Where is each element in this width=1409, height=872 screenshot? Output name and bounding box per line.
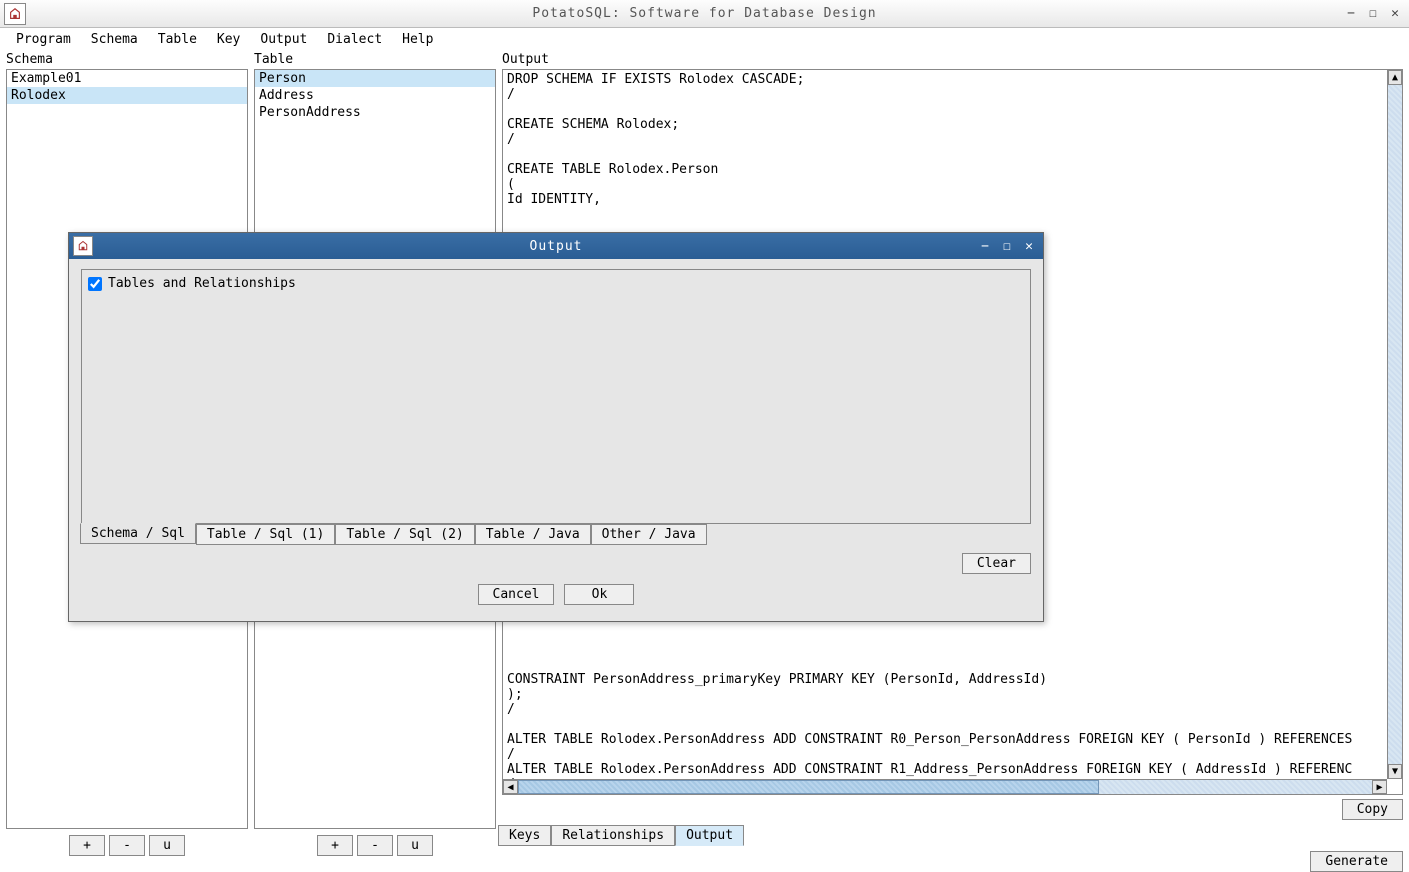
menu-table[interactable]: Table	[148, 30, 207, 49]
dialog-tab-table-sql-1[interactable]: Table / Sql (1)	[196, 524, 335, 545]
bottom-tabs: Keys Relationships Output	[498, 824, 1403, 845]
schema-item[interactable]: Example01	[7, 70, 247, 87]
output-label: Output	[502, 52, 1403, 69]
menu-key[interactable]: Key	[207, 30, 250, 49]
minimize-icon[interactable]: −	[1343, 6, 1359, 22]
table-add-button[interactable]: +	[317, 835, 353, 856]
tab-relationships[interactable]: Relationships	[551, 825, 675, 846]
dialog-tab-other-java[interactable]: Other / Java	[591, 524, 707, 545]
dialog-body: Tables and Relationships Schema / Sql Ta…	[69, 259, 1043, 621]
window-title: PotatoSQL: Software for Database Design	[0, 6, 1409, 21]
menu-help[interactable]: Help	[392, 30, 443, 49]
schema-remove-button[interactable]: -	[109, 835, 145, 856]
tab-keys[interactable]: Keys	[498, 825, 551, 846]
dialog-maximize-icon[interactable]: ☐	[999, 238, 1015, 254]
output-vertical-scrollbar[interactable]: ▲ ▼	[1387, 70, 1402, 779]
menu-schema[interactable]: Schema	[81, 30, 148, 49]
dialog-tabs: Schema / Sql Table / Sql (1) Table / Sql…	[80, 524, 1031, 545]
scroll-down-icon[interactable]: ▼	[1388, 764, 1402, 779]
table-remove-button[interactable]: -	[357, 835, 393, 856]
table-item[interactable]: PersonAddress	[255, 104, 495, 121]
scroll-right-icon[interactable]: ▶	[1372, 780, 1387, 794]
tables-relationships-checkbox-row[interactable]: Tables and Relationships	[88, 276, 1024, 291]
maximize-icon[interactable]: ☐	[1365, 6, 1381, 22]
scroll-thumb[interactable]	[518, 780, 1099, 794]
clear-button[interactable]: Clear	[962, 553, 1031, 574]
copy-button[interactable]: Copy	[1342, 799, 1403, 820]
menu-dialect[interactable]: Dialect	[317, 30, 392, 49]
cancel-button[interactable]: Cancel	[478, 584, 555, 605]
schema-add-button[interactable]: +	[69, 835, 105, 856]
menu-output[interactable]: Output	[250, 30, 317, 49]
scroll-left-icon[interactable]: ◀	[503, 780, 518, 794]
table-update-button[interactable]: u	[397, 835, 433, 856]
table-label: Table	[254, 52, 496, 69]
dialog-title: Output	[69, 239, 1043, 254]
tab-output[interactable]: Output	[675, 825, 744, 846]
schema-item[interactable]: Rolodex	[7, 87, 247, 104]
dialog-content: Tables and Relationships	[81, 269, 1031, 524]
dialog-tab-schema-sql[interactable]: Schema / Sql	[80, 523, 196, 544]
schema-update-button[interactable]: u	[149, 835, 185, 856]
table-item[interactable]: Address	[255, 87, 495, 104]
menu-program[interactable]: Program	[6, 30, 81, 49]
schema-label: Schema	[6, 52, 248, 69]
close-icon[interactable]: ✕	[1387, 6, 1403, 22]
tables-relationships-label: Tables and Relationships	[108, 276, 296, 291]
app-icon	[4, 3, 26, 25]
menubar: Program Schema Table Key Output Dialect …	[0, 28, 1409, 52]
main-titlebar: PotatoSQL: Software for Database Design …	[0, 0, 1409, 28]
ok-button[interactable]: Ok	[564, 584, 634, 605]
table-item[interactable]: Person	[255, 70, 495, 87]
output-dialog: Output − ☐ ✕ Tables and Relationships Sc…	[68, 232, 1044, 622]
dialog-app-icon	[73, 236, 93, 256]
output-horizontal-scrollbar[interactable]: ◀ ▶	[503, 779, 1387, 794]
dialog-titlebar: Output − ☐ ✕	[69, 233, 1043, 259]
dialog-close-icon[interactable]: ✕	[1021, 238, 1037, 254]
dialog-tab-table-java[interactable]: Table / Java	[475, 524, 591, 545]
dialog-minimize-icon[interactable]: −	[977, 238, 993, 254]
scroll-up-icon[interactable]: ▲	[1388, 70, 1402, 85]
scroll-track[interactable]	[518, 780, 1372, 794]
generate-button[interactable]: Generate	[1310, 851, 1403, 872]
tables-relationships-checkbox[interactable]	[88, 277, 102, 291]
dialog-tab-table-sql-2[interactable]: Table / Sql (2)	[335, 524, 474, 545]
